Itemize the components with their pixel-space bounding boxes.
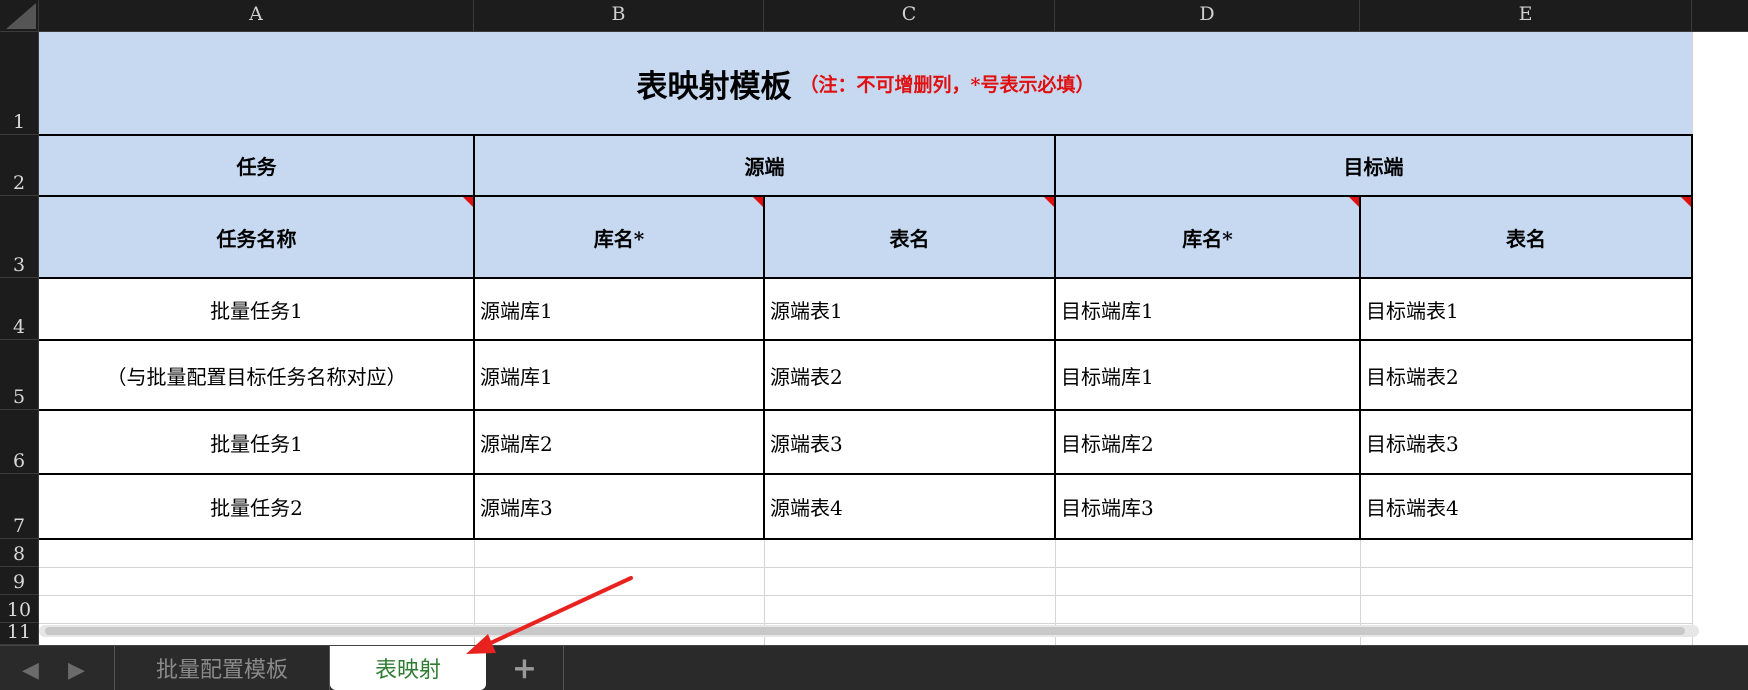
cell-e4[interactable]: 目标端表1 xyxy=(1360,278,1692,340)
gridline xyxy=(39,567,1692,568)
cell-a7[interactable]: 批量任务2 xyxy=(39,474,474,539)
cell-b6[interactable]: 源端库2 xyxy=(474,410,764,474)
cell-d5[interactable]: 目标端库1 xyxy=(1055,340,1360,410)
header-source-table-label: 表名 xyxy=(889,226,930,251)
header-target-table[interactable]: 表名 xyxy=(1360,196,1692,278)
border-line xyxy=(1359,196,1361,540)
border-line xyxy=(763,196,765,540)
header-source-table[interactable]: 表名 xyxy=(764,196,1055,278)
add-sheet-button[interactable]: + xyxy=(486,646,564,690)
header-source-db[interactable]: 库名* xyxy=(474,196,764,278)
plus-icon: + xyxy=(511,650,538,686)
cell-d7[interactable]: 目标端库3 xyxy=(1055,474,1360,539)
prev-sheet-arrow-icon[interactable]: ◀ xyxy=(22,658,39,683)
row-header-11[interactable]: 11 xyxy=(0,621,38,645)
border-line xyxy=(39,339,1692,341)
cell-e5[interactable]: 目标端表2 xyxy=(1360,340,1692,410)
cell-c5[interactable]: 源端表2 xyxy=(764,340,1055,410)
row-header-4[interactable]: 4 xyxy=(0,278,38,340)
row-header-9[interactable]: 9 xyxy=(0,567,38,595)
header-source-group[interactable]: 源端 xyxy=(474,135,1055,196)
border-line xyxy=(39,409,1692,411)
sheet-tab-batch-config[interactable]: 批量配置模板 xyxy=(114,646,330,690)
sheet-grid[interactable]: 表映射模板 （注：不可增删列，*号表示必填） 任务 源端 目标端 任务名称 库名… xyxy=(39,32,1748,645)
header-source-db-label: 库名* xyxy=(593,226,645,251)
cell-b5[interactable]: 源端库1 xyxy=(474,340,764,410)
border-line xyxy=(39,473,1692,475)
cell-a6[interactable]: 批量任务1 xyxy=(39,410,474,474)
row-header-1[interactable]: 1 xyxy=(0,32,38,135)
sheet-tab-table-mapping[interactable]: 表映射 xyxy=(330,646,486,690)
select-all-triangle-icon xyxy=(6,3,36,29)
header-task-name[interactable]: 任务名称 xyxy=(39,196,474,278)
cell-c6[interactable]: 源端表3 xyxy=(764,410,1055,474)
border-line xyxy=(39,538,1692,540)
header-task-name-label: 任务名称 xyxy=(216,226,297,251)
gridline xyxy=(39,623,1692,624)
cell-d4[interactable]: 目标端库1 xyxy=(1055,278,1360,340)
cell-e6[interactable]: 目标端表3 xyxy=(1360,410,1692,474)
row-header-5[interactable]: 5 xyxy=(0,340,38,410)
cell-c7[interactable]: 源端表4 xyxy=(764,474,1055,539)
border-line xyxy=(473,134,475,540)
header-task-group[interactable]: 任务 xyxy=(39,135,474,196)
cell-a5[interactable]: （与批量配置目标任务名称对应） xyxy=(39,340,474,410)
border-line xyxy=(39,195,1692,197)
cell-b4[interactable]: 源端库1 xyxy=(474,278,764,340)
column-header-a[interactable]: A xyxy=(39,0,474,32)
column-header-c[interactable]: C xyxy=(764,0,1055,32)
horizontal-scrollbar-thumb[interactable] xyxy=(45,627,1685,635)
horizontal-scrollbar[interactable] xyxy=(39,625,1699,637)
sheet-title-note: （注：不可增删列，*号表示必填） xyxy=(799,74,1095,96)
row-header-6[interactable]: 6 xyxy=(0,410,38,474)
row-header-3[interactable]: 3 xyxy=(0,196,38,278)
row-header-2[interactable]: 2 xyxy=(0,135,38,196)
border-line xyxy=(39,277,1692,279)
next-sheet-arrow-icon[interactable]: ▶ xyxy=(68,658,85,683)
border-line xyxy=(1691,134,1693,540)
header-target-table-label: 表名 xyxy=(1506,226,1546,251)
column-header-bar: A B C D E xyxy=(39,0,1748,32)
row-header-bar: 1 2 3 4 5 6 7 8 9 10 11 xyxy=(0,32,39,645)
gridline xyxy=(39,595,1692,596)
select-all-corner[interactable] xyxy=(0,0,39,32)
border-line xyxy=(39,134,1692,136)
cell-c4[interactable]: 源端表1 xyxy=(764,278,1055,340)
title-cell[interactable]: 表映射模板 （注：不可增删列，*号表示必填） xyxy=(39,32,1692,135)
column-header-b[interactable]: B xyxy=(474,0,764,32)
row-header-7[interactable]: 7 xyxy=(0,474,38,539)
column-header-e[interactable]: E xyxy=(1360,0,1692,32)
row-header-10[interactable]: 10 xyxy=(0,595,38,623)
cell-e7[interactable]: 目标端表4 xyxy=(1360,474,1692,539)
header-target-group[interactable]: 目标端 xyxy=(1055,135,1692,196)
sheet-tab-bar: ◀ ▶ 批量配置模板 表映射 + xyxy=(0,645,1748,690)
border-line xyxy=(1054,134,1056,540)
cell-a4[interactable]: 批量任务1 xyxy=(39,278,474,340)
header-target-db[interactable]: 库名* xyxy=(1055,196,1360,278)
cell-b7[interactable]: 源端库3 xyxy=(474,474,764,539)
sheet-title: 表映射模板 xyxy=(636,69,792,105)
header-target-db-label: 库名* xyxy=(1182,226,1233,251)
column-header-d[interactable]: D xyxy=(1055,0,1360,32)
row-header-8[interactable]: 8 xyxy=(0,539,38,567)
cell-d6[interactable]: 目标端库2 xyxy=(1055,410,1360,474)
